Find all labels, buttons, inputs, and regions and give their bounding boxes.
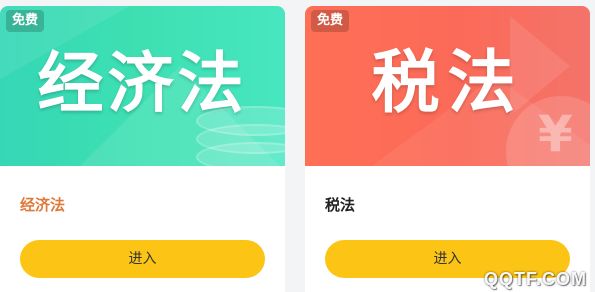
course-banner[interactable]: ¥ 免费 税法 — [305, 6, 590, 166]
course-banner[interactable]: 免费 经济法 — [0, 6, 285, 166]
course-grid: 免费 经济法 经济法 进入 ¥ 免费 税法 税法 进入 QQTF.COM — [0, 0, 595, 292]
banner-title: 税法 — [371, 44, 524, 123]
enter-button[interactable]: 进入 — [20, 240, 265, 278]
banner-title: 经济法 — [37, 45, 248, 122]
course-card-jingjifa[interactable]: 免费 经济法 经济法 进入 — [0, 6, 285, 292]
course-name: 经济法 — [20, 196, 66, 214]
watermark: QQTF.COM — [484, 269, 587, 289]
free-badge: 免费 — [311, 10, 350, 32]
free-badge: 免费 — [6, 10, 45, 32]
course-card-shuifa[interactable]: ¥ 免费 税法 税法 进入 — [305, 6, 590, 292]
course-name: 税法 — [325, 196, 356, 214]
